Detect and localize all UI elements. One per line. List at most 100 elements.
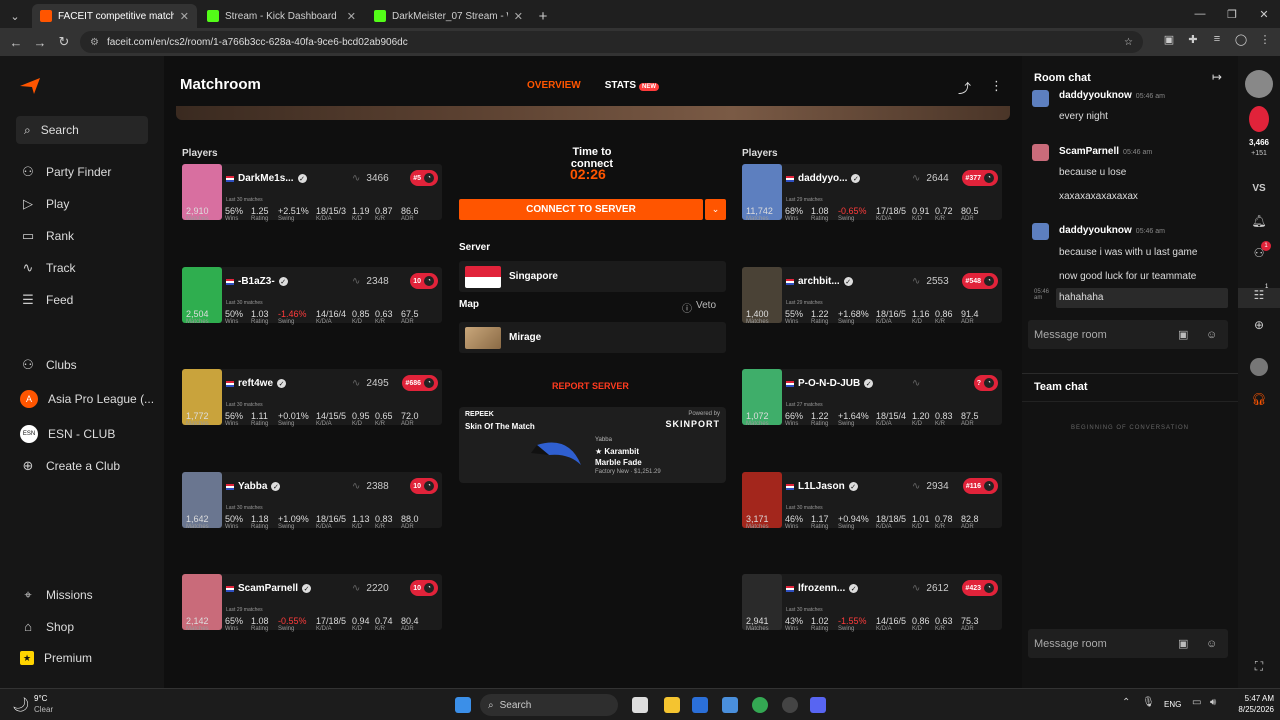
friend-avatar[interactable] <box>1250 358 1268 376</box>
search-button[interactable]: ⌕ Search <box>16 116 148 144</box>
skill-level-badge[interactable]: #377 ◔ <box>962 170 998 186</box>
weather-moon-icon[interactable]: 🌙︎ <box>12 696 30 713</box>
player-card[interactable]: archbit... ✓ ∿ 2553 #548 ◔ Last 29 matches 1,40… <box>742 267 1002 325</box>
headset-icon[interactable]: 🎧︎ <box>1238 392 1280 406</box>
browser-tab-faceit[interactable]: FACEIT competitive match - FA ✕ <box>32 4 197 28</box>
puzzle-icon[interactable]: ✚ <box>1186 33 1200 47</box>
nav-shop[interactable]: ⌂ Shop <box>20 619 74 634</box>
close-tab-icon[interactable]: ✕ <box>514 10 523 23</box>
chat-username[interactable]: ScamParnell 05:46 am <box>1059 146 1152 157</box>
skill-level-badge[interactable]: #5 ◔ <box>410 170 438 186</box>
player-name[interactable]: ScamParnell ✓ <box>226 583 312 594</box>
chat-username[interactable]: daddyyouknow 05:46 am <box>1059 225 1165 236</box>
obs-icon[interactable] <box>782 697 798 713</box>
extension-icon[interactable]: ▣ <box>1162 33 1176 47</box>
discord-icon[interactable] <box>810 697 826 713</box>
player-name[interactable]: reft4we ✓ <box>226 378 287 389</box>
connect-to-server-button[interactable]: CONNECT TO SERVER <box>459 199 703 220</box>
close-tab-icon[interactable]: ✕ <box>347 10 356 23</box>
feedback-icon[interactable]: ⛶ <box>1238 659 1280 674</box>
skill-level-badge[interactable]: #548 ◔ <box>962 273 998 289</box>
profile-icon[interactable]: ◯ <box>1234 33 1248 47</box>
emoji-icon[interactable]: ☺ <box>1206 638 1217 650</box>
player-name[interactable]: daddyyo... ✓ <box>786 173 861 184</box>
skill-level-badge[interactable]: #423 ◔ <box>962 580 998 596</box>
skill-level-badge[interactable]: #686 ◔ <box>402 375 438 391</box>
skill-level-badge[interactable]: 10 ◔ <box>410 478 438 494</box>
veto-button[interactable]: ⓘ Veto <box>682 300 716 315</box>
emoji-icon[interactable]: ☺ <box>1206 329 1217 341</box>
nav-create-club[interactable]: ⊕ Create a Club <box>20 458 121 474</box>
more-options-icon[interactable]: ⋮ <box>990 78 1003 94</box>
player-card[interactable]: P-O-N-D-JUB ✓ ∿? ◔ Last 27 matches 1,072 Match… <box>742 369 1002 427</box>
report-server-button[interactable]: REPORT SERVER <box>552 381 629 391</box>
nav-rank[interactable]: ▭ Rank <box>20 228 74 244</box>
nav-play[interactable]: ▷ Play <box>20 196 69 212</box>
nav-missions[interactable]: ⌖ Missions <box>20 587 92 603</box>
bookmark-star-icon[interactable]: ☆ <box>1124 37 1133 48</box>
player-card[interactable]: ScamParnell ✓ ∿ 2220 10 ◔ Last 29 matches 2,142… <box>182 574 442 632</box>
skill-level-badge[interactable]: #116 ◔ <box>962 478 998 494</box>
add-friend-icon[interactable]: ⊕ <box>1238 318 1280 332</box>
player-name[interactable]: Yabba ✓ <box>226 481 281 492</box>
avatar[interactable] <box>1032 144 1049 161</box>
windows-start-icon[interactable] <box>455 697 471 713</box>
chrome-icon[interactable] <box>752 697 768 713</box>
browser-tab-kick-dashboard[interactable]: Stream - Kick Dashboard ✕ <box>199 4 364 28</box>
browser-tab-kick-stream[interactable]: DarkMeister_07 Stream - Watch ✕ <box>366 4 531 28</box>
player-card[interactable]: reft4we ✓ ∿ 2495 #686 ◔ Last 30 matches 1,772 Ma… <box>182 369 442 427</box>
skill-level-badge[interactable]: 10 ◔ <box>410 580 438 596</box>
player-card[interactable]: Yabba ✓ ∿ 2388 10 ◔ Last 30 matches 1,642 Matche… <box>182 472 442 530</box>
close-tab-icon[interactable]: ✕ <box>180 10 189 23</box>
level-badge-icon[interactable] <box>1249 106 1269 132</box>
taskbar-search[interactable]: ⌕ Search <box>480 694 618 716</box>
player-name[interactable]: DarkMe1s... ✓ <box>226 173 307 184</box>
chat-message-hovered[interactable]: hahahaha <box>1056 288 1228 308</box>
party-icon[interactable]: ☷ 1 <box>1238 284 1280 308</box>
player-name[interactable]: P-O-N-D-JUB ✓ <box>786 378 874 389</box>
friends-icon[interactable]: ⚇ 1 <box>1238 241 1280 260</box>
outlook-icon[interactable] <box>722 697 738 713</box>
image-upload-icon[interactable]: ▣ <box>1178 328 1188 341</box>
network-icon[interactable]: ▭ <box>1192 697 1201 708</box>
player-name[interactable]: L1LJason ✓ <box>786 481 858 492</box>
skill-level-badge[interactable]: ? ◔ <box>973 375 998 391</box>
player-card[interactable]: lfrozenn... ✓ ∿ 2612 #423 ◔ Last 30 matches 2,9… <box>742 574 1002 632</box>
team-message-input[interactable]: Message room ▣ ☺ <box>1028 629 1228 658</box>
skin-of-the-match-card[interactable]: REPEEK Skin Of The Match Powered by SKIN… <box>459 407 726 483</box>
url-field[interactable]: ⚙ faceit.com/en/cs2/room/1-a766b3cc-628a… <box>80 31 1143 53</box>
microphone-icon[interactable]: 🎙︎ <box>1142 697 1155 708</box>
player-card[interactable]: DarkMe1s... ✓ ∿ 3466 #5 ◔ Last 30 matches 2,910… <box>182 164 442 222</box>
volume-icon[interactable]: 🔊︎ <box>1210 697 1216 708</box>
maximize-button[interactable]: ❐ <box>1216 0 1248 28</box>
nav-party-finder[interactable]: ⚇ Party Finder <box>20 164 111 180</box>
player-card[interactable]: daddyyo... ✓ ∿ 2644 #377 ◔ Last 29 matches 11,7… <box>742 164 1002 222</box>
share-icon[interactable]: ⤴ <box>958 78 971 97</box>
reload-icon[interactable]: ↻ <box>52 34 76 50</box>
tab-stats[interactable]: STATS NEW <box>605 80 660 91</box>
clock-date[interactable]: 8/25/2026 <box>1220 705 1274 714</box>
avatar[interactable] <box>1032 90 1049 107</box>
room-message-input[interactable]: Message room ▣ ☺ <box>1028 320 1228 349</box>
connect-options-dropdown[interactable]: ⌄ <box>705 199 726 220</box>
minimize-button[interactable]: — <box>1184 0 1216 28</box>
site-info-icon[interactable]: ⚙ <box>90 37 99 48</box>
tab-search-icon[interactable]: ⌄ <box>0 4 30 28</box>
avatar[interactable] <box>1032 223 1049 240</box>
player-name[interactable]: -B1aZ3- ✓ <box>226 276 288 287</box>
nav-track[interactable]: ∿ Track <box>20 260 76 276</box>
versus-icon[interactable]: VS <box>1238 183 1280 194</box>
nav-feed[interactable]: ☰ Feed <box>20 292 73 308</box>
tray-chevron-icon[interactable]: ⌃ <box>1122 697 1130 708</box>
menu-icon[interactable]: ⋮ <box>1258 33 1272 47</box>
file-explorer-icon[interactable] <box>664 697 680 713</box>
image-upload-icon[interactable]: ▣ <box>1178 637 1188 650</box>
media-icon[interactable]: ≡ <box>1210 33 1224 47</box>
store-icon[interactable] <box>692 697 708 713</box>
nav-club-asia-pro-league[interactable]: A Asia Pro League (... <box>20 390 154 408</box>
new-tab-button[interactable]: + <box>531 4 555 28</box>
player-name[interactable]: archbit... ✓ <box>786 276 853 287</box>
forward-icon[interactable]: → <box>28 35 52 50</box>
faceit-logo-icon[interactable] <box>20 78 40 94</box>
back-icon[interactable]: ← <box>4 35 28 50</box>
